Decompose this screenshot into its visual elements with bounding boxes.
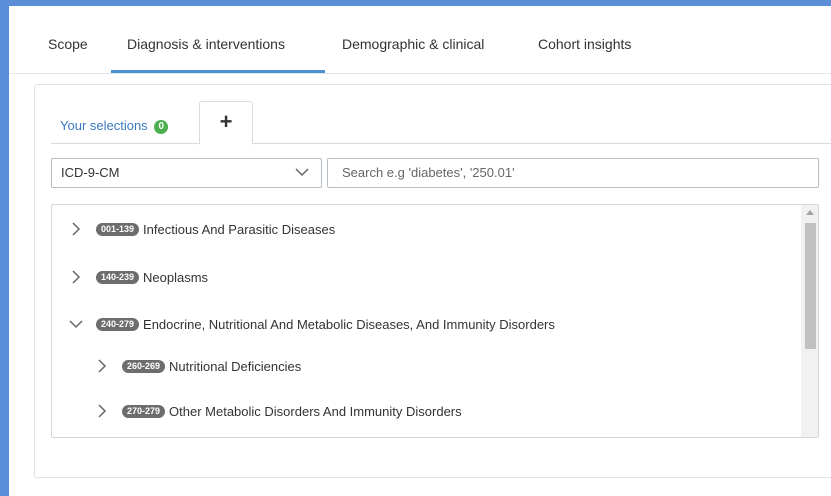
- tab-diagnosis-interventions[interactable]: Diagnosis & interventions: [127, 36, 285, 52]
- app-frame: Scope Diagnosis & interventions Demograp…: [9, 6, 831, 496]
- active-tab-indicator: [111, 70, 325, 73]
- code-range-badge: 240-279: [96, 317, 140, 331]
- tab-cohort-insights[interactable]: Cohort insights: [538, 36, 631, 52]
- search-field[interactable]: [327, 158, 819, 188]
- chevron-right-icon[interactable]: [94, 403, 110, 419]
- add-selection-tab[interactable]: +: [199, 101, 253, 145]
- code-range-badge: 270-279: [122, 404, 166, 418]
- search-input[interactable]: [328, 159, 812, 185]
- code-range-badge: 260-269: [122, 359, 166, 373]
- tree-node-140-239[interactable]: 140-239 Neoplasms: [68, 266, 208, 288]
- tree-node-label: Other Metabolic Disorders And Immunity D…: [169, 403, 462, 419]
- scrollbar-thumb[interactable]: [805, 223, 816, 349]
- code-range-badge: 001-139: [96, 222, 140, 236]
- code-tree: 001-139 Infectious And Parasitic Disease…: [51, 204, 819, 438]
- tree-node-label: Endocrine, Nutritional And Metabolic Dis…: [143, 316, 555, 332]
- chevron-down-icon: [295, 168, 309, 177]
- code-system-select[interactable]: ICD-9-CM: [51, 158, 322, 188]
- chevron-down-icon[interactable]: [68, 316, 84, 332]
- chevron-right-icon[interactable]: [94, 358, 110, 374]
- tree-node-label: Neoplasms: [143, 269, 209, 285]
- tree-scrollbar[interactable]: [801, 205, 818, 437]
- chevron-right-icon[interactable]: [68, 221, 84, 237]
- selection-count-badge: 0: [154, 120, 169, 134]
- top-nav: Scope Diagnosis & interventions Demograp…: [9, 6, 831, 74]
- tab-your-selections[interactable]: Your selections 0: [60, 118, 169, 134]
- scroll-up-arrow-icon[interactable]: [806, 210, 814, 215]
- tab-scope[interactable]: Scope: [48, 36, 88, 52]
- tab-demographic-clinical[interactable]: Demographic & clinical: [342, 36, 484, 52]
- tree-node-label: Nutritional Deficiencies: [169, 358, 302, 374]
- chevron-right-icon[interactable]: [68, 269, 84, 285]
- tree-node-270-279[interactable]: 270-279 Other Metabolic Disorders And Im…: [94, 400, 462, 422]
- plus-icon: +: [219, 109, 233, 134]
- code-range-badge: 140-239: [96, 270, 140, 284]
- nav-divider: [9, 73, 831, 74]
- tree-node-260-269[interactable]: 260-269 Nutritional Deficiencies: [94, 355, 301, 377]
- tree-node-label: Infectious And Parasitic Diseases: [143, 221, 336, 237]
- tree-node-240-279[interactable]: 240-279 Endocrine, Nutritional And Metab…: [68, 313, 555, 335]
- tree-node-001-139[interactable]: 001-139 Infectious And Parasitic Disease…: [68, 218, 335, 240]
- your-selections-label: Your selections: [60, 118, 148, 133]
- code-system-value: ICD-9-CM: [61, 165, 120, 180]
- selection-panel: Your selections 0 + ICD-9-CM 001-139 Inf…: [34, 84, 831, 478]
- subtab-divider: [51, 143, 831, 144]
